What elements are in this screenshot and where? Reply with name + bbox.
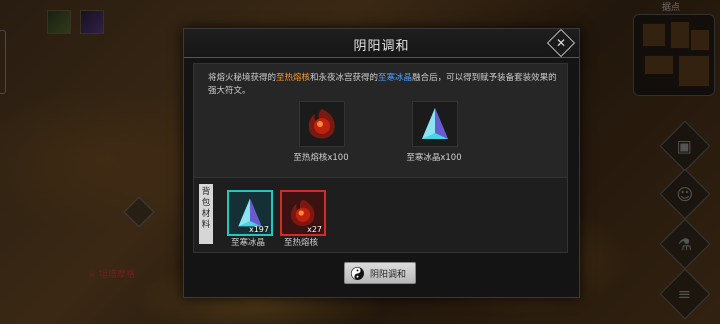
requirement-slot-core[interactable] [299, 101, 345, 147]
ice-crystal-icon [422, 108, 448, 139]
cold-item-highlight: 至寒冰晶 [378, 73, 413, 83]
dialog-title: 阴阳调和 [353, 39, 410, 54]
item-count: x27 [307, 225, 322, 234]
bag-item-label: 至热熔核 [283, 238, 318, 248]
bag-item-core[interactable]: x27 [280, 190, 326, 236]
molten-core-icon [308, 109, 335, 139]
bag-item-crystal[interactable]: x197 [227, 190, 273, 236]
requirement-label-crystal: 至寒冰晶x100 [406, 153, 462, 163]
hot-item-highlight: 至热熔核 [276, 73, 311, 83]
fuse-button[interactable]: 阴阳调和 [344, 262, 416, 284]
fuse-button-label: 阴阳调和 [370, 269, 407, 280]
requirement-label-core: 至热熔核x100 [293, 153, 349, 163]
requirement-slot-crystal[interactable] [412, 101, 458, 147]
yin-yang-dialog: 阴阳调和 ✕ 将熔火秘境获得的至热熔核和永夜冰宫获得的至寒冰晶融合后，可以得到赋… [183, 28, 580, 298]
bag-item-label: 至寒冰晶 [230, 238, 265, 248]
dialog-header: 阴阳调和 ✕ [184, 28, 579, 58]
yin-yang-icon [351, 266, 364, 280]
recipe-description: 将熔火秘境获得的至热熔核和永夜冰宫获得的至寒冰晶融合后，可以得到赋予装备套装效果… [208, 73, 557, 96]
item-count: x197 [248, 225, 269, 234]
bag-materials-panel: 背包材料 x197 至寒冰晶 x27 至热熔核 [193, 177, 568, 253]
bag-materials-tab: 背包材料 [199, 184, 213, 244]
close-icon: ✕ [555, 36, 567, 50]
